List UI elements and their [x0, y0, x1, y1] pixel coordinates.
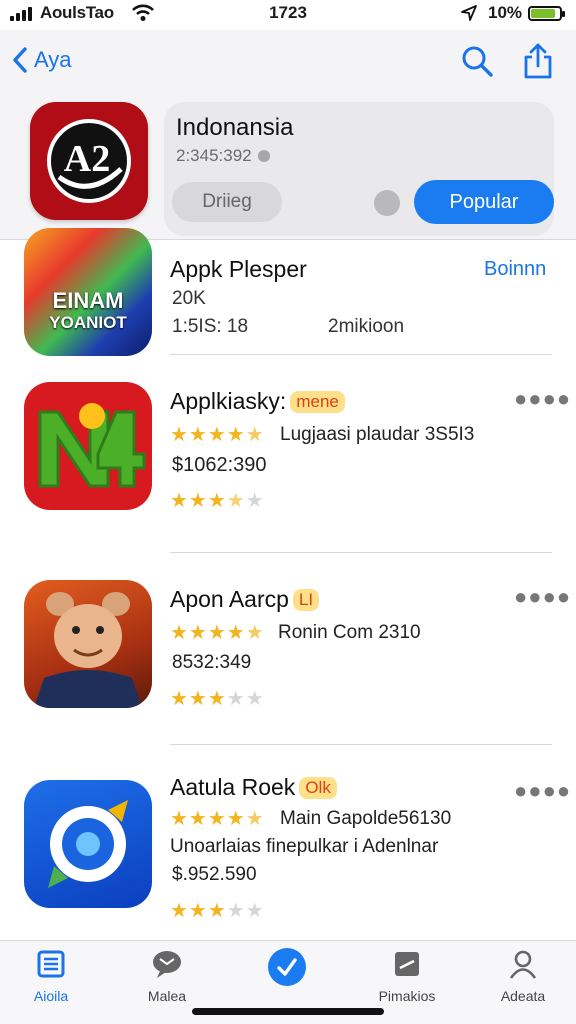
divider [170, 744, 552, 745]
person-icon [509, 950, 537, 979]
app-category: Ronin Com 2310 [278, 622, 421, 643]
home-indicator [192, 1008, 384, 1015]
back-button[interactable]: Aya [12, 46, 72, 74]
tab-aioila[interactable]: Aioila [6, 949, 96, 1004]
app-badge: Olk [299, 777, 337, 799]
tab-label: Aioila [33, 988, 69, 1004]
rating-stars-secondary: ★★★★★ [170, 688, 265, 710]
tab-label: Pimakios [378, 988, 436, 1004]
featured-card[interactable]: Indonansia 2:345:392 Driieg Popular [164, 102, 554, 236]
tab-adeata[interactable]: Adeata [478, 949, 568, 1004]
list-item[interactable]: Aatula Roek Olk ●●●● ★★★★★ Main Gapolde56… [0, 750, 576, 940]
status-bar: AoulsTao 1723 10% [0, 0, 576, 30]
a2-logo-icon: A2 [47, 119, 131, 203]
app-badge: mene [290, 391, 345, 413]
app-category: Lugjaasi plaudar 3S5I3 [280, 424, 475, 445]
app-title: Apon Aarcp LI [170, 586, 320, 613]
app-icon [24, 382, 152, 510]
app-title: Aatula Roek Olk [170, 774, 337, 801]
list-icon [37, 950, 65, 978]
rating-stars-secondary: ★★★★★ [170, 490, 265, 512]
info-dot-icon [257, 150, 270, 162]
app-icon [24, 580, 152, 708]
app-title: Applkiasky: mene [170, 388, 345, 415]
list-item[interactable]: Apon Aarcp LI ●●●● ★★★★★ Ronin Com 2310 8… [0, 560, 576, 745]
featured-subtitle: 2:345:392 [176, 146, 270, 166]
back-label: Aya [34, 47, 72, 72]
app-price: 8532:349 [172, 652, 252, 673]
featured-header: Aya A2 Indonansia 2:345:392 Driieg Popul… [0, 30, 576, 240]
app-badge: LI [292, 589, 320, 611]
featured-title: Indonansia [176, 114, 294, 141]
app-price: $1062:390 [172, 454, 267, 476]
check-circle-icon [268, 948, 306, 986]
tab-label: Adeata [500, 988, 546, 1004]
tab-center[interactable] [242, 947, 332, 996]
divider [170, 354, 552, 355]
app-icon-text: EINAM [52, 288, 124, 313]
logo-text: A2 [64, 138, 110, 180]
tab-malea[interactable]: Malea [122, 949, 212, 1004]
divider [170, 552, 552, 553]
app-icon-text: YOANIOT [49, 313, 127, 332]
more-icon[interactable]: ●●●● [514, 584, 571, 610]
battery-icon [528, 6, 565, 21]
more-icon[interactable]: ●●●● [514, 778, 571, 804]
tab-label: Malea [147, 988, 187, 1004]
app-icon [24, 780, 152, 908]
search-icon[interactable] [460, 44, 494, 83]
tab-pimakios[interactable]: Pimakios [362, 949, 452, 1004]
app-meta-2: 2mikioon [328, 316, 405, 337]
list-item[interactable]: EINAM YOANIOT Appk Plesper 20K 1:5IS: 18… [0, 228, 576, 360]
chevron-left-icon [13, 47, 27, 73]
app-title: Appk Plesper [170, 256, 307, 282]
rating-stars: ★★★★★ [170, 424, 265, 446]
featured-app-logo[interactable]: A2 [30, 102, 148, 220]
rating-stars: ★★★★★ [170, 808, 265, 830]
chat-icon [153, 951, 181, 978]
app-icon: EINAM YOANIOT [24, 228, 152, 356]
app-meta: 1:5IS: 18 [172, 316, 249, 337]
more-icon[interactable]: ●●●● [514, 386, 571, 412]
rating-stars: ★★★★★ [170, 622, 265, 644]
secondary-button[interactable]: Driieg [172, 182, 282, 222]
app-description: Unoarlaias finepulkar i Adenlnar [170, 836, 439, 857]
app-category: Main Gapolde56130 [280, 808, 452, 829]
share-icon[interactable] [522, 42, 554, 85]
app-price: $.952.590 [172, 864, 257, 885]
status-dot-icon [374, 190, 400, 216]
app-size: 20K [172, 288, 206, 309]
list-item[interactable]: Applkiasky: mene ●●●● ★★★★★ Lugjaasi plau… [0, 370, 576, 553]
bookmark-icon [395, 952, 419, 976]
location-icon [460, 4, 478, 27]
popular-button[interactable]: Popular [414, 180, 554, 224]
rating-stars-secondary: ★★★★★ [170, 900, 265, 922]
battery-percent: 10% [488, 3, 523, 22]
get-button[interactable]: Boinnn [484, 258, 546, 281]
